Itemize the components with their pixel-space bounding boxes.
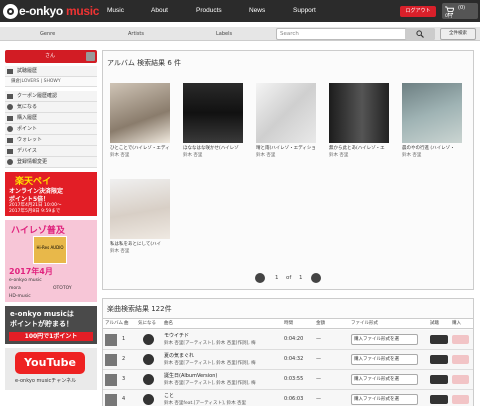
album-cover[interactable] (183, 83, 243, 143)
subnav-genre[interactable]: Genre (40, 27, 55, 41)
album-results-panel: アルバム 検索結果 6 件 ひとことで(ハイレゾ・エディ 鈴木 杏里 ほななはな咲… (102, 50, 474, 290)
table-row: 1 モウイチド 鈴木 杏里[アーティスト], 鈴木 杏里[作詞], 梅 0:04… (103, 330, 473, 350)
hires-audio-badge: Hi-Res AUDIO (33, 236, 67, 264)
play-sample-button[interactable] (430, 355, 448, 364)
format-select[interactable]: 購入ファイル形式を選 (351, 354, 418, 365)
nav-about[interactable]: About (151, 0, 168, 22)
favorite-button[interactable] (143, 374, 154, 385)
format-select[interactable]: 購入ファイル形式を選 (351, 394, 418, 405)
sidebar-item-favorites[interactable]: 気になる (5, 102, 97, 113)
search-button[interactable] (405, 28, 435, 40)
sidebar-item-devices[interactable]: デバイス (5, 146, 97, 157)
track-results-heading: 楽曲検索結果 122件 (107, 305, 172, 313)
top-bar: e-onkyo music Music About Products News … (0, 0, 480, 22)
sidebar-item-trial-history[interactable]: 試聴履歴 (5, 66, 97, 77)
album-card[interactable]: 私は私をあとにして(ハイ 鈴木 杏里 (110, 179, 172, 254)
points-banner[interactable]: e-onkyo musicは ポイントが貯まる！ 100円で1ポイント (5, 306, 97, 344)
play-sample-button[interactable] (430, 335, 448, 344)
album-thumbnail[interactable] (105, 394, 117, 406)
favorite-button[interactable] (143, 354, 154, 365)
receipt-icon (7, 116, 13, 121)
sidebar-item-wallet[interactable]: ウォレット (5, 135, 97, 146)
album-card[interactable]: 無から此とあ(ハイレゾ・エ 鈴木 杏里 (329, 83, 391, 158)
all-search-button[interactable]: 全件検索 (440, 28, 476, 40)
album-cover[interactable] (110, 179, 170, 239)
album-thumbnail[interactable] (105, 334, 117, 346)
user-icon (7, 159, 13, 165)
track-title[interactable]: 夏の気まぐれ (164, 352, 194, 359)
cart-total: 0円 (445, 14, 453, 19)
wallet-icon (7, 138, 13, 143)
album-card[interactable]: ほななはな咲かせ(ハイレゾ 鈴木 杏里 (183, 83, 245, 158)
user-menu[interactable]: さん (5, 50, 97, 63)
logo-icon (3, 3, 18, 19)
album-thumbnail[interactable] (105, 374, 117, 386)
album-cover[interactable] (256, 83, 316, 143)
sidebar-item-points[interactable]: ポイント (5, 124, 97, 135)
table-row: 4 こと 鈴木 杏里feat.[アーティスト], 鈴木 杏里 0:06:03 —… (103, 390, 473, 406)
album-results-heading: アルバム 検索結果 6 件 (107, 59, 182, 67)
buy-button[interactable] (452, 355, 469, 364)
logout-button[interactable]: ログアウト (400, 6, 436, 17)
nav-news[interactable]: News (249, 0, 265, 22)
trial-history-list[interactable]: 鎌倉|LOVERS | SHOWY (5, 77, 97, 87)
subnav-labels[interactable]: Labels (216, 27, 232, 41)
total-pages: 1 (299, 275, 303, 281)
cart-button[interactable]: (0) 0円 (442, 3, 478, 19)
cart-count: (0) (458, 5, 466, 11)
main-content: アルバム 検索結果 6 件 ひとことで(ハイレゾ・エディ 鈴木 杏里 ほななはな咲… (102, 50, 474, 406)
sidebar-item-purchase-history[interactable]: 購入履歴 (5, 113, 97, 124)
format-select[interactable]: 購入ファイル形式を選 (351, 334, 418, 345)
user-settings-icon[interactable] (86, 52, 95, 61)
prev-page-button[interactable] (255, 273, 265, 283)
track-table-header: アルバム 曲 気になる 曲名 時間 金額 ファイル形式 試聴 購入 (103, 318, 473, 329)
album-cover[interactable] (329, 83, 389, 143)
format-select[interactable]: 購入ファイル形式を選 (351, 374, 418, 385)
device-icon (7, 149, 13, 154)
pagination: 1 of 1 (255, 273, 325, 283)
heart-icon (7, 104, 13, 110)
track-title[interactable]: 誕生日(AlbumVersion) (164, 372, 217, 379)
user-name: さん (45, 53, 56, 59)
search-icon (416, 30, 424, 38)
track-title[interactable]: こと (164, 392, 174, 399)
history-icon (7, 69, 13, 74)
favorite-button[interactable] (143, 394, 154, 405)
nav-products[interactable]: Products (196, 0, 222, 22)
album-thumbnail[interactable] (105, 354, 117, 366)
coupon-icon (7, 94, 13, 99)
album-card[interactable]: 晴と雨(ハイレゾ・エディション 鈴木 杏里 (256, 83, 318, 158)
table-row: 2 夏の気まぐれ 鈴木 杏里[アーティスト], 鈴木 杏里[作詞], 梅 0:0… (103, 350, 473, 370)
buy-button[interactable] (452, 335, 469, 344)
nav-music[interactable]: Music (107, 0, 124, 22)
album-card[interactable]: ひとことで(ハイレゾ・エディ 鈴木 杏里 (110, 83, 172, 158)
album-cover[interactable] (402, 83, 462, 143)
nav-support[interactable]: Support (293, 0, 316, 22)
site-logo[interactable]: e-onkyo music (3, 3, 99, 19)
youtube-logo: YouTube (15, 352, 85, 374)
play-sample-button[interactable] (430, 395, 448, 404)
point-icon (7, 126, 13, 132)
favorite-button[interactable] (143, 334, 154, 345)
hires-campaign-banner[interactable]: ハイレゾ普及 Hi-Res AUDIO 2017年4月 e-onkyo musi… (5, 220, 97, 302)
sidebar: さん 試聴履歴 鎌倉|LOVERS | SHOWY クーポン履歴確認 気になる … (5, 50, 97, 390)
youtube-channel-banner[interactable]: YouTube e-onkyo musicチャンネル (5, 348, 97, 390)
next-page-button[interactable] (311, 273, 321, 283)
buy-button[interactable] (452, 395, 469, 404)
track-title[interactable]: モウイチド (164, 332, 189, 339)
rakuten-pay-banner[interactable]: 楽天ペイ オンライン決済限定 ポイント5倍！ 2017年4月21日 10:00～… (5, 172, 97, 216)
table-row: 3 誕生日(AlbumVersion) 鈴木 杏里[アーティスト], 鈴木 杏里… (103, 370, 473, 390)
current-page: 1 (275, 275, 279, 281)
album-cover[interactable] (110, 83, 170, 143)
subnav-artists[interactable]: Artists (128, 27, 144, 41)
album-card[interactable]: 晨のやの行進 (ハイレゾ・ 鈴木 杏里 (402, 83, 464, 158)
track-results-panel: 楽曲検索結果 122件 アルバム 曲 気になる 曲名 時間 金額 ファイル形式 … (102, 298, 474, 406)
sidebar-item-account[interactable]: 登録情報変更 (5, 157, 97, 168)
play-sample-button[interactable] (430, 375, 448, 384)
buy-button[interactable] (452, 375, 469, 384)
sidebar-item-coupon[interactable]: クーポン履歴確認 (5, 91, 97, 102)
